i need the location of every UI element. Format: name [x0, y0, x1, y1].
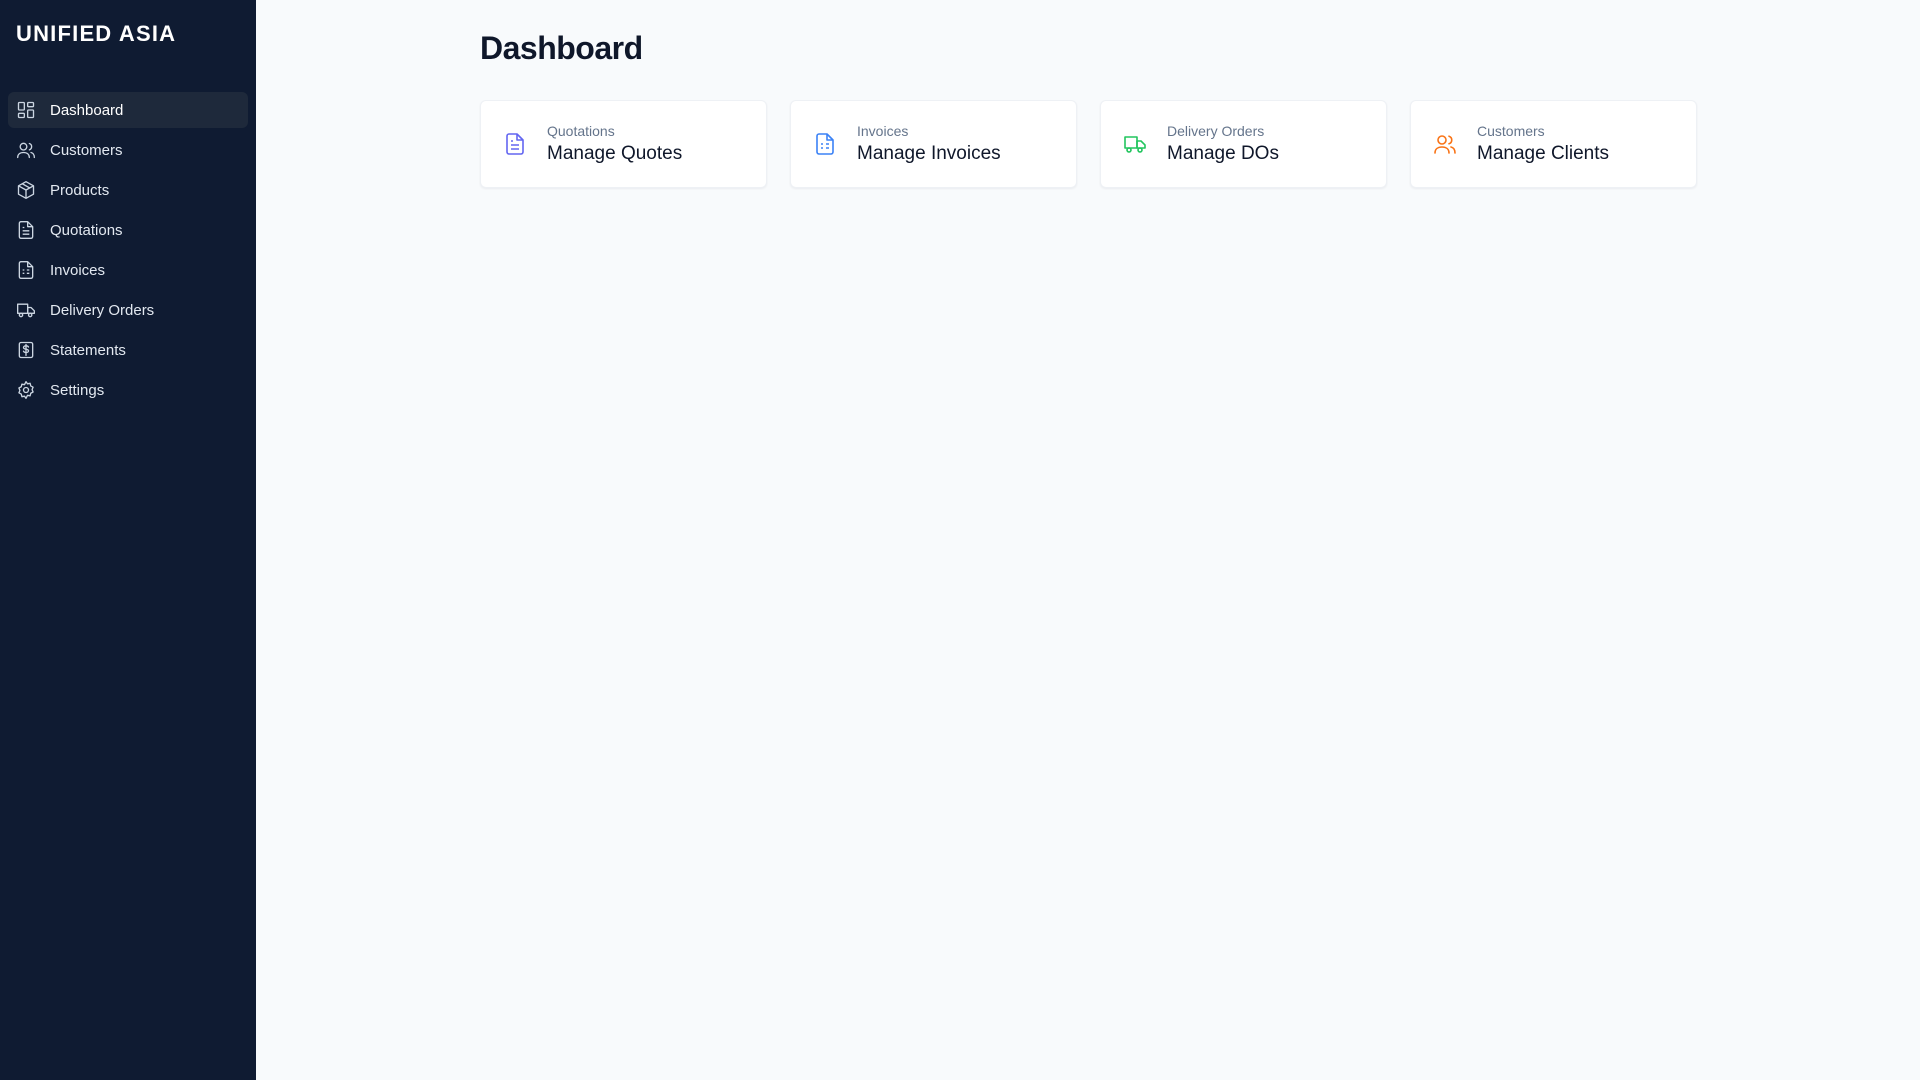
card-customers[interactable]: Customers Manage Clients [1410, 100, 1697, 188]
sidebar-item-label: Statements [50, 341, 126, 359]
card-delivery-orders[interactable]: Delivery Orders Manage DOs [1100, 100, 1387, 188]
sidebar-item-customers[interactable]: Customers [8, 132, 248, 168]
box-icon [16, 180, 36, 200]
truck-icon [16, 300, 36, 320]
sidebar-nav: Dashboard Customers Products Quotations … [8, 92, 248, 412]
card-title: Manage Invoices [857, 143, 1001, 164]
sidebar-item-quotations[interactable]: Quotations [8, 212, 248, 248]
card-title: Manage Quotes [547, 143, 683, 164]
dashboard-icon [16, 100, 36, 120]
card-subtitle: Invoices [857, 123, 909, 139]
sidebar-item-label: Delivery Orders [50, 301, 155, 319]
page-title: Dashboard [480, 30, 643, 66]
sidebar-item-label: Invoices [50, 261, 106, 279]
sidebar-item-delivery-orders[interactable]: Delivery Orders [8, 292, 248, 328]
sidebar-item-products[interactable]: Products [8, 172, 248, 208]
card-subtitle: Customers [1477, 123, 1545, 139]
brand-logo: UNIFIED ASIA [16, 21, 177, 46]
dashboard-cards: Quotations Manage Quotes Invoices Manage… [480, 100, 1697, 188]
sidebar-item-label: Products [50, 181, 110, 199]
sidebar-item-label: Dashboard [50, 101, 124, 119]
sidebar-item-label: Settings [50, 381, 105, 399]
sidebar: UNIFIED ASIA Dashboard Customers Product… [0, 0, 256, 1080]
sidebar-item-label: Quotations [50, 221, 123, 239]
document-icon [503, 132, 527, 156]
users-icon [1433, 132, 1457, 156]
users-icon [16, 140, 36, 160]
card-invoices[interactable]: Invoices Manage Invoices [790, 100, 1077, 188]
card-subtitle: Delivery Orders [1167, 123, 1265, 139]
card-subtitle: Quotations [547, 123, 615, 139]
card-quotations[interactable]: Quotations Manage Quotes [480, 100, 767, 188]
dollar-statement-icon [16, 340, 36, 360]
document-icon [16, 220, 36, 240]
invoice-icon [16, 260, 36, 280]
sidebar-item-dashboard[interactable]: Dashboard [8, 92, 248, 128]
sidebar-item-invoices[interactable]: Invoices [8, 252, 248, 288]
gear-icon [16, 380, 36, 400]
sidebar-item-settings[interactable]: Settings [8, 372, 248, 408]
card-title: Manage Clients [1477, 143, 1610, 164]
sidebar-item-statements[interactable]: Statements [8, 332, 248, 368]
sidebar-item-label: Customers [50, 141, 123, 159]
truck-icon [1123, 132, 1147, 156]
invoice-icon [813, 132, 837, 156]
card-title: Manage DOs [1167, 143, 1279, 164]
